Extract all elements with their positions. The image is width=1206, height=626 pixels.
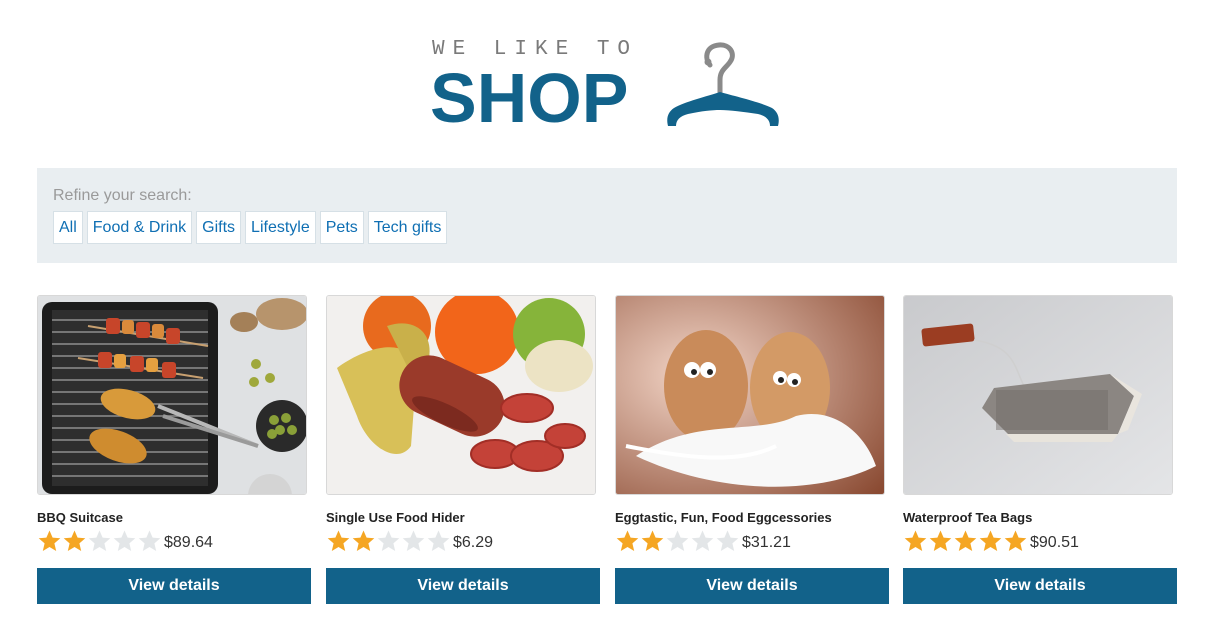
- product-image-waterproof-tea-bags[interactable]: [903, 295, 1173, 495]
- product-rating: $90.51: [903, 529, 1079, 553]
- star-filled-icon: [929, 530, 952, 551]
- product-rating: $6.29: [326, 529, 493, 553]
- star-empty-icon: [88, 530, 111, 551]
- star-filled-icon: [38, 530, 61, 551]
- star-empty-icon: [377, 530, 400, 551]
- star-filled-icon: [327, 530, 350, 551]
- category-filter-tech-gifts[interactable]: Tech gifts: [367, 211, 448, 244]
- product-name: Eggtastic, Fun, Food Eggcessories: [615, 510, 832, 525]
- star-rating: [615, 529, 740, 553]
- product-grid: BBQ Suitcase $89.64 View details Single …: [37, 295, 1177, 615]
- star-filled-icon: [63, 530, 86, 551]
- product-card: Eggtastic, Fun, Food Eggcessories $31.21…: [615, 295, 889, 605]
- star-empty-icon: [402, 530, 425, 551]
- star-filled-icon: [979, 530, 1002, 551]
- product-name: BBQ Suitcase: [37, 510, 123, 525]
- star-filled-icon: [1004, 530, 1027, 551]
- product-price: $31.21: [742, 534, 791, 551]
- category-filter-gifts[interactable]: Gifts: [196, 211, 242, 244]
- star-filled-icon: [954, 530, 977, 551]
- product-card: Waterproof Tea Bags $90.51 View details: [903, 295, 1177, 605]
- star-rating: [903, 529, 1028, 553]
- category-filter-pets[interactable]: Pets: [319, 211, 364, 244]
- view-details-button[interactable]: View details: [326, 568, 600, 604]
- star-empty-icon: [427, 530, 450, 551]
- category-filter-all[interactable]: All: [53, 211, 83, 244]
- category-filter-list: All Food & Drink Gifts Lifestyle Pets Te…: [53, 211, 448, 244]
- hanger-icon: [667, 42, 779, 126]
- category-filter-lifestyle[interactable]: Lifestyle: [245, 211, 316, 244]
- product-price: $89.64: [164, 534, 213, 551]
- star-filled-icon: [641, 530, 664, 551]
- product-image-bbq-suitcase[interactable]: [37, 295, 307, 495]
- product-card: Single Use Food Hider $6.29 View details: [326, 295, 600, 605]
- product-card: BBQ Suitcase $89.64 View details: [37, 295, 311, 605]
- star-filled-icon: [616, 530, 639, 551]
- logo-wordmark: SHOP: [430, 59, 629, 137]
- page: WE LIKE TO SHOP Refine your search: All …: [0, 0, 1206, 626]
- product-rating: $89.64: [37, 529, 213, 553]
- star-filled-icon: [352, 530, 375, 551]
- product-name: Single Use Food Hider: [326, 510, 465, 525]
- filter-label: Refine your search:: [53, 187, 192, 204]
- star-empty-icon: [691, 530, 714, 551]
- star-filled-icon: [904, 530, 927, 551]
- view-details-button[interactable]: View details: [903, 568, 1177, 604]
- category-filter-food-drink[interactable]: Food & Drink: [86, 211, 193, 244]
- product-price: $6.29: [453, 534, 494, 551]
- star-empty-icon: [716, 530, 739, 551]
- star-empty-icon: [666, 530, 689, 551]
- product-price: $90.51: [1030, 534, 1079, 551]
- product-rating: $31.21: [615, 529, 791, 553]
- product-name: Waterproof Tea Bags: [903, 510, 1033, 525]
- star-rating: [326, 529, 451, 553]
- view-details-button[interactable]: View details: [37, 568, 311, 604]
- site-logo[interactable]: WE LIKE TO SHOP: [430, 36, 790, 137]
- star-empty-icon: [138, 530, 161, 551]
- product-image-single-use-food-hider[interactable]: [326, 295, 596, 495]
- view-details-button[interactable]: View details: [615, 568, 889, 604]
- product-image-egg-accessories[interactable]: [615, 295, 885, 495]
- star-empty-icon: [113, 530, 136, 551]
- filter-panel: Refine your search: All Food & Drink Gif…: [37, 168, 1177, 263]
- star-rating: [37, 529, 162, 553]
